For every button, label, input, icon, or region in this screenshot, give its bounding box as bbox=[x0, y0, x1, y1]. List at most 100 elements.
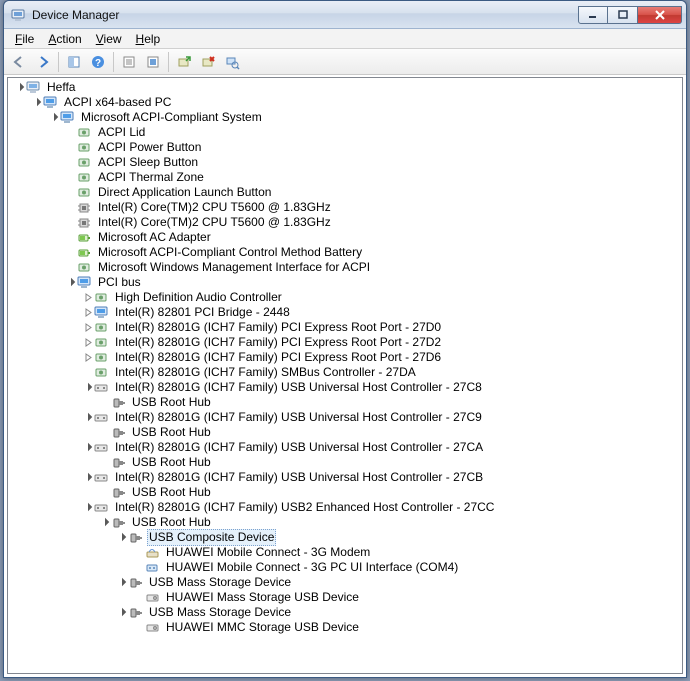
refresh-button[interactable] bbox=[142, 51, 164, 73]
tree-item-label[interactable]: ACPI Sleep Button bbox=[96, 155, 200, 170]
tree-item-label[interactable]: USB Root Hub bbox=[130, 425, 213, 440]
tree-item[interactable]: Intel(R) 82801G (ICH7 Family) USB2 Enhan… bbox=[8, 500, 682, 515]
tree-item[interactable]: USB Root Hub bbox=[8, 395, 682, 410]
menu-file[interactable]: File bbox=[8, 31, 41, 47]
tree-item-label[interactable]: Intel(R) 82801G (ICH7 Family) PCI Expres… bbox=[113, 350, 443, 365]
collapse-icon[interactable] bbox=[82, 380, 94, 395]
help-button[interactable]: ? bbox=[87, 51, 109, 73]
scan-hardware-button[interactable] bbox=[221, 51, 243, 73]
tree-item[interactable]: Microsoft AC Adapter bbox=[8, 230, 682, 245]
collapse-icon[interactable] bbox=[14, 80, 26, 95]
tree-item-label[interactable]: Microsoft Windows Management Interface f… bbox=[96, 260, 372, 275]
tree-item-label[interactable]: Intel(R) 82801G (ICH7 Family) PCI Expres… bbox=[113, 320, 443, 335]
tree-item-label[interactable]: PCI bus bbox=[96, 275, 143, 290]
tree-item[interactable]: ACPI Lid bbox=[8, 125, 682, 140]
update-driver-button[interactable] bbox=[173, 51, 195, 73]
collapse-icon[interactable] bbox=[99, 515, 111, 530]
expand-icon[interactable] bbox=[82, 335, 94, 350]
tree-item[interactable]: Microsoft ACPI-Compliant Control Method … bbox=[8, 245, 682, 260]
tree-item-label[interactable]: ACPI Thermal Zone bbox=[96, 170, 206, 185]
device-tree[interactable]: HeffaACPI x64-based PCMicrosoft ACPI-Com… bbox=[8, 80, 682, 635]
tree-item[interactable]: ACPI Sleep Button bbox=[8, 155, 682, 170]
tree-item-label[interactable]: USB Mass Storage Device bbox=[147, 575, 293, 590]
tree-item-label[interactable]: USB Mass Storage Device bbox=[147, 605, 293, 620]
tree-item-label[interactable]: USB Root Hub bbox=[130, 395, 213, 410]
tree-item[interactable]: HUAWEI Mobile Connect - 3G Modem bbox=[8, 545, 682, 560]
collapse-icon[interactable] bbox=[82, 440, 94, 455]
tree-item[interactable]: HUAWEI MMC Storage USB Device bbox=[8, 620, 682, 635]
tree-item[interactable]: HUAWEI Mass Storage USB Device bbox=[8, 590, 682, 605]
tree-item-label[interactable]: USB Composite Device bbox=[147, 529, 276, 546]
tree-item[interactable]: USB Mass Storage Device bbox=[8, 575, 682, 590]
tree-item-label[interactable]: Intel(R) 82801G (ICH7 Family) USB Univer… bbox=[113, 410, 484, 425]
collapse-icon[interactable] bbox=[82, 470, 94, 485]
tree-item[interactable]: USB Root Hub bbox=[8, 455, 682, 470]
maximize-button[interactable] bbox=[608, 6, 638, 24]
tree-item-label[interactable]: Intel(R) 82801G (ICH7 Family) PCI Expres… bbox=[113, 335, 443, 350]
tree-item[interactable]: Intel(R) 82801G (ICH7 Family) USB Univer… bbox=[8, 470, 682, 485]
tree-item[interactable]: Intel(R) 82801 PCI Bridge - 2448 bbox=[8, 305, 682, 320]
tree-item[interactable]: USB Mass Storage Device bbox=[8, 605, 682, 620]
collapse-icon[interactable] bbox=[48, 110, 60, 125]
tree-item-label[interactable]: Microsoft ACPI-Compliant Control Method … bbox=[96, 245, 364, 260]
tree-item-label[interactable]: Heffa bbox=[45, 80, 77, 95]
tree-item-label[interactable]: Intel(R) Core(TM)2 CPU T5600 @ 1.83GHz bbox=[96, 215, 333, 230]
tree-item[interactable]: High Definition Audio Controller bbox=[8, 290, 682, 305]
tree-item-label[interactable]: HUAWEI MMC Storage USB Device bbox=[164, 620, 361, 635]
expand-icon[interactable] bbox=[82, 320, 94, 335]
tree-item-label[interactable]: ACPI x64-based PC bbox=[62, 95, 173, 110]
close-button[interactable] bbox=[638, 6, 682, 24]
tree-item[interactable]: USB Root Hub bbox=[8, 485, 682, 500]
tree-item-label[interactable]: USB Root Hub bbox=[130, 485, 213, 500]
tree-item[interactable]: Intel(R) 82801G (ICH7 Family) USB Univer… bbox=[8, 440, 682, 455]
tree-item-label[interactable]: High Definition Audio Controller bbox=[113, 290, 284, 305]
tree-item-label[interactable]: Intel(R) 82801G (ICH7 Family) USB Univer… bbox=[113, 470, 485, 485]
collapse-icon[interactable] bbox=[116, 605, 128, 620]
tree-item-label[interactable]: ACPI Lid bbox=[96, 125, 147, 140]
tree-item-label[interactable]: Direct Application Launch Button bbox=[96, 185, 273, 200]
expand-icon[interactable] bbox=[82, 290, 94, 305]
forward-button[interactable] bbox=[32, 51, 54, 73]
tree-item-label[interactable]: Microsoft AC Adapter bbox=[96, 230, 213, 245]
tree-item-label[interactable]: Intel(R) 82801G (ICH7 Family) SMBus Cont… bbox=[113, 365, 418, 380]
device-tree-panel[interactable]: HeffaACPI x64-based PCMicrosoft ACPI-Com… bbox=[7, 77, 683, 674]
titlebar[interactable]: Device Manager bbox=[4, 1, 686, 29]
tree-item[interactable]: USB Composite Device bbox=[8, 530, 682, 545]
show-hidden-button[interactable] bbox=[63, 51, 85, 73]
tree-item-label[interactable]: Microsoft ACPI-Compliant System bbox=[79, 110, 264, 125]
tree-item-label[interactable]: HUAWEI Mobile Connect - 3G Modem bbox=[164, 545, 372, 560]
collapse-icon[interactable] bbox=[31, 95, 43, 110]
tree-item-label[interactable]: ACPI Power Button bbox=[96, 140, 203, 155]
tree-item[interactable]: Microsoft ACPI-Compliant System bbox=[8, 110, 682, 125]
tree-item[interactable]: USB Root Hub bbox=[8, 515, 682, 530]
expand-icon[interactable] bbox=[82, 305, 94, 320]
collapse-icon[interactable] bbox=[65, 275, 77, 290]
menu-help[interactable]: Help bbox=[129, 31, 168, 47]
tree-item-label[interactable]: USB Root Hub bbox=[130, 455, 213, 470]
tree-item[interactable]: Intel(R) 82801G (ICH7 Family) SMBus Cont… bbox=[8, 365, 682, 380]
tree-item-label[interactable]: Intel(R) 82801G (ICH7 Family) USB Univer… bbox=[113, 440, 485, 455]
tree-item[interactable]: Intel(R) 82801G (ICH7 Family) USB Univer… bbox=[8, 380, 682, 395]
tree-item[interactable]: Intel(R) Core(TM)2 CPU T5600 @ 1.83GHz bbox=[8, 200, 682, 215]
tree-item[interactable]: Intel(R) 82801G (ICH7 Family) PCI Expres… bbox=[8, 335, 682, 350]
minimize-button[interactable] bbox=[578, 6, 608, 24]
tree-item[interactable]: PCI bus bbox=[8, 275, 682, 290]
menu-action[interactable]: Action bbox=[41, 31, 88, 47]
tree-item[interactable]: Intel(R) 82801G (ICH7 Family) USB Univer… bbox=[8, 410, 682, 425]
tree-item[interactable]: Intel(R) Core(TM)2 CPU T5600 @ 1.83GHz bbox=[8, 215, 682, 230]
tree-item[interactable]: Microsoft Windows Management Interface f… bbox=[8, 260, 682, 275]
tree-item[interactable]: ACPI x64-based PC bbox=[8, 95, 682, 110]
tree-item[interactable]: Intel(R) 82801G (ICH7 Family) PCI Expres… bbox=[8, 320, 682, 335]
tree-item-label[interactable]: USB Root Hub bbox=[130, 515, 213, 530]
collapse-icon[interactable] bbox=[82, 410, 94, 425]
properties-button[interactable] bbox=[118, 51, 140, 73]
tree-item[interactable]: Direct Application Launch Button bbox=[8, 185, 682, 200]
tree-item[interactable]: HUAWEI Mobile Connect - 3G PC UI Interfa… bbox=[8, 560, 682, 575]
tree-item[interactable]: USB Root Hub bbox=[8, 425, 682, 440]
tree-item-label[interactable]: Intel(R) 82801 PCI Bridge - 2448 bbox=[113, 305, 292, 320]
tree-item[interactable]: ACPI Power Button bbox=[8, 140, 682, 155]
expand-icon[interactable] bbox=[82, 350, 94, 365]
tree-item[interactable]: ACPI Thermal Zone bbox=[8, 170, 682, 185]
collapse-icon[interactable] bbox=[116, 530, 128, 545]
menu-view[interactable]: View bbox=[89, 31, 129, 47]
